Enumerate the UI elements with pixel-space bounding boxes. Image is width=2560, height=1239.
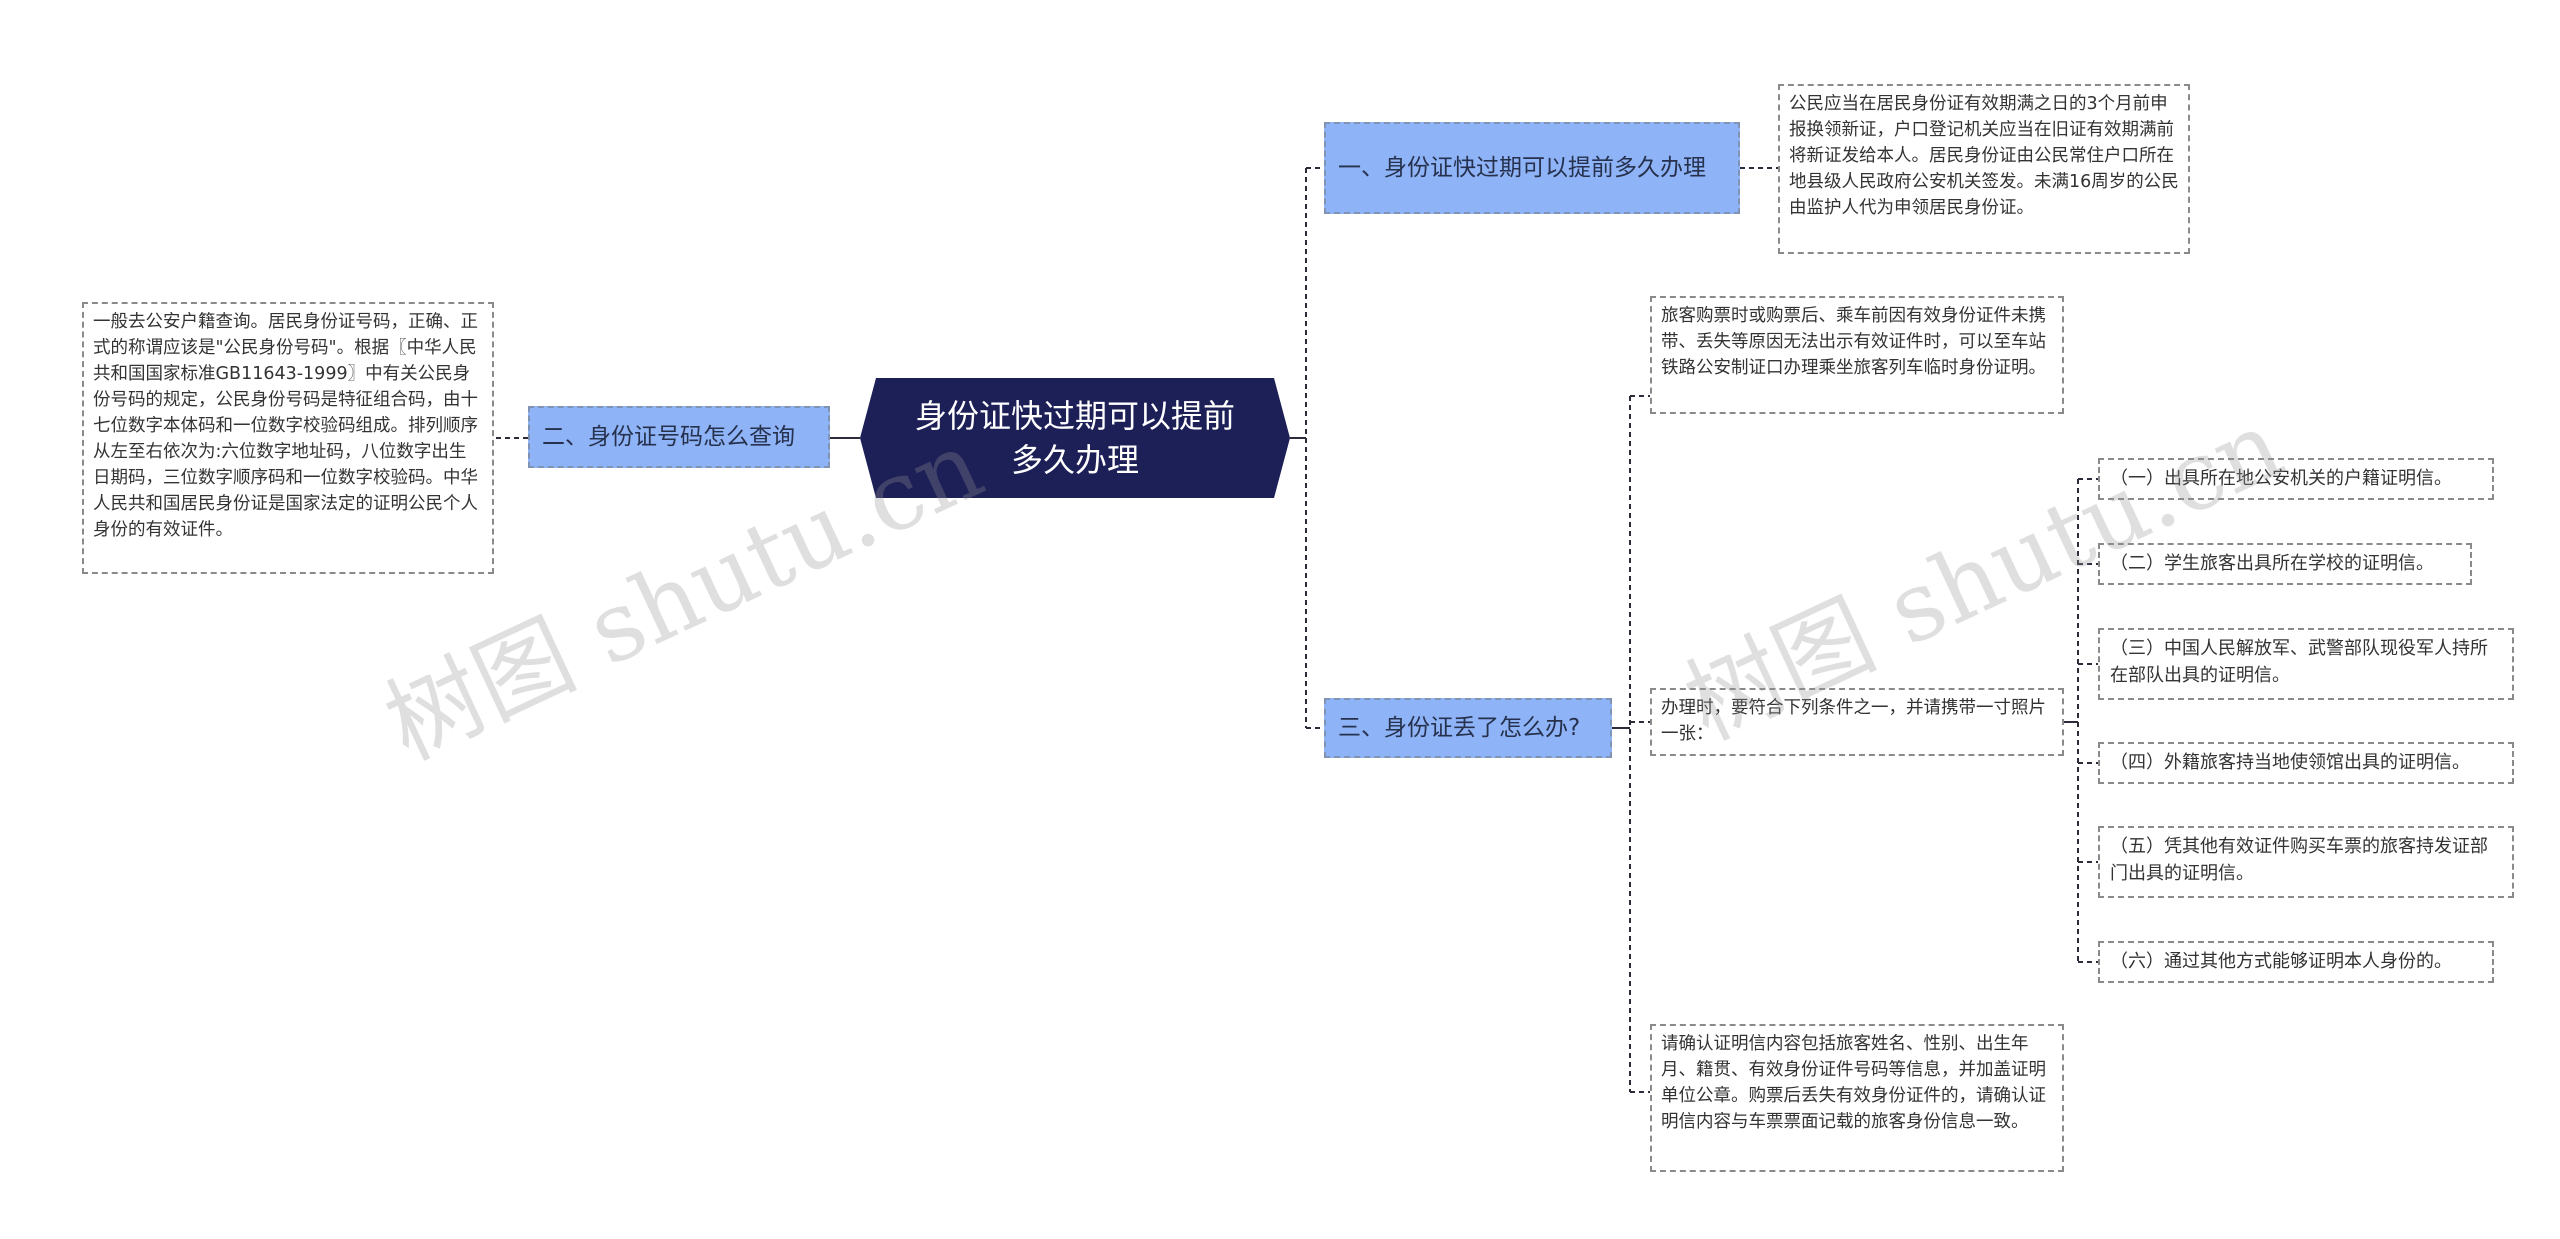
branch-label: 三、身份证丢了怎么办? xyxy=(1338,714,1581,741)
branch-label: 二、身份证号码怎么查询 xyxy=(542,423,795,450)
condition-item-3[interactable]: （三）中国人民解放军、武警部队现役军人持所在部队出具的证明信。 xyxy=(2098,628,2514,700)
leaf-text: 办理时，要符合下列条件之一，并请携带一寸照片一张： xyxy=(1661,698,2046,744)
central-topic-label: 身份证快过期可以提前多久办理 xyxy=(914,397,1235,479)
condition-text: （六）通过其他方式能够证明本人身份的。 xyxy=(2110,951,2452,972)
condition-item-6[interactable]: （六）通过其他方式能够证明本人身份的。 xyxy=(2098,941,2494,983)
condition-text: （三）中国人民解放军、武警部队现役军人持所在部队出具的证明信。 xyxy=(2110,638,2488,686)
leaf-text: 公民应当在居民身份证有效期满之日的3个月前申报换领新证，户口登记机关应当在旧证有… xyxy=(1789,94,2179,218)
branch-id-number-lookup[interactable]: 二、身份证号码怎么查询 xyxy=(528,406,830,468)
condition-item-4[interactable]: （四）外籍旅客持当地使领馆出具的证明信。 xyxy=(2098,742,2514,784)
condition-text: （五）凭其他有效证件购买车票的旅客持发证部门出具的证明信。 xyxy=(2110,836,2488,884)
branch-label: 一、身份证快过期可以提前多久办理 xyxy=(1338,154,1706,181)
leaf-confirm-letter[interactable]: 请确认证明信内容包括旅客姓名、性别、出生年月、籍贯、有效身份证件号码等信息，并加… xyxy=(1650,1024,2064,1172)
condition-item-1[interactable]: （一）出具所在地公安机关的户籍证明信。 xyxy=(2098,458,2494,500)
condition-item-5[interactable]: （五）凭其他有效证件购买车票的旅客持发证部门出具的证明信。 xyxy=(2098,826,2514,898)
condition-text: （一）出具所在地公安机关的户籍证明信。 xyxy=(2110,468,2452,489)
leaf-text: 旅客购票时或购票后、乘车前因有效身份证件未携带、丢失等原因无法出示有效证件时，可… xyxy=(1661,306,2046,378)
leaf-conditions-intro[interactable]: 办理时，要符合下列条件之一，并请携带一寸照片一张： xyxy=(1650,688,2064,756)
mind-map-canvas: 身份证快过期可以提前多久办理 一、身份证快过期可以提前多久办理 二、身份证号码怎… xyxy=(0,0,2560,1239)
condition-text: （四）外籍旅客持当地使领馆出具的证明信。 xyxy=(2110,752,2470,773)
branch-renewal-timing[interactable]: 一、身份证快过期可以提前多久办理 xyxy=(1324,122,1740,214)
leaf-renewal-detail[interactable]: 公民应当在居民身份证有效期满之日的3个月前申报换领新证，户口登记机关应当在旧证有… xyxy=(1778,84,2190,254)
central-topic[interactable]: 身份证快过期可以提前多久办理 xyxy=(860,378,1290,498)
leaf-temporary-travel-proof[interactable]: 旅客购票时或购票后、乘车前因有效身份证件未携带、丢失等原因无法出示有效证件时，可… xyxy=(1650,296,2064,414)
condition-item-2[interactable]: （二）学生旅客出具所在学校的证明信。 xyxy=(2098,543,2472,585)
leaf-text: 一般去公安户籍查询。居民身份证号码，正确、正式的称谓应该是"公民身份号码"。根据… xyxy=(93,312,478,540)
leaf-text: 请确认证明信内容包括旅客姓名、性别、出生年月、籍贯、有效身份证件号码等信息，并加… xyxy=(1661,1034,2046,1132)
branch-lost-id-card[interactable]: 三、身份证丢了怎么办? xyxy=(1324,698,1612,758)
leaf-id-number-detail[interactable]: 一般去公安户籍查询。居民身份证号码，正确、正式的称谓应该是"公民身份号码"。根据… xyxy=(82,302,494,574)
condition-text: （二）学生旅客出具所在学校的证明信。 xyxy=(2110,553,2434,574)
